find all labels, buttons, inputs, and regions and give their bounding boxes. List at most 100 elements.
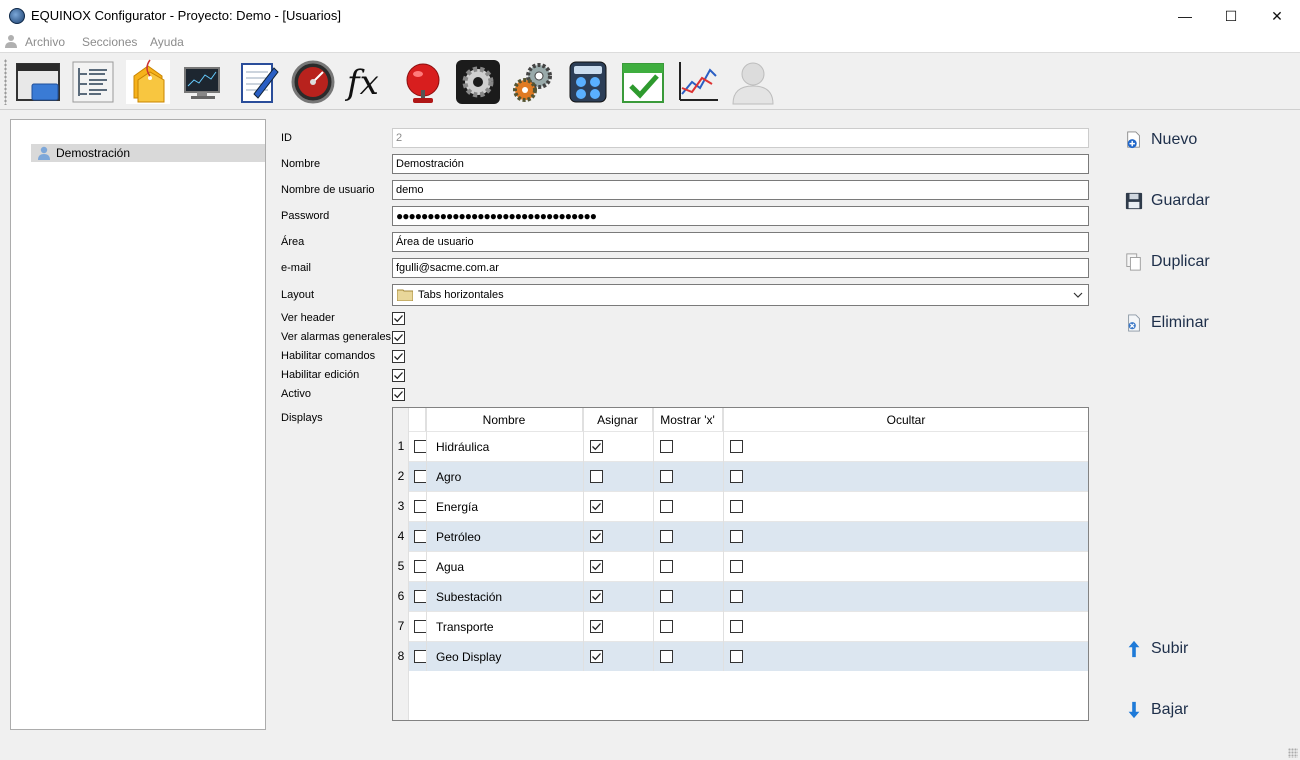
asignar-checkbox[interactable]: [590, 650, 603, 663]
monitor-icon[interactable]: [178, 57, 228, 107]
eliminar-button[interactable]: Eliminar: [1124, 310, 1209, 336]
row-number: 5: [397, 559, 405, 573]
asignar-checkbox[interactable]: [590, 500, 603, 513]
maximize-button[interactable]: ☐: [1208, 0, 1254, 32]
label-habilitar-comandos: Habilitar comandos: [281, 350, 376, 362]
label-nombre: Nombre: [281, 158, 321, 170]
guardar-button[interactable]: Guardar: [1124, 188, 1210, 214]
table-row[interactable]: Hidráulica: [409, 431, 1088, 461]
ocultar-checkbox[interactable]: [730, 500, 743, 513]
mostrar-x-checkbox[interactable]: [660, 590, 673, 603]
close-button[interactable]: ✕: [1254, 0, 1300, 32]
minimize-button[interactable]: —: [1162, 0, 1208, 32]
nombre-field[interactable]: Demostración: [392, 154, 1089, 174]
password-field[interactable]: ●●●●●●●●●●●●●●●●●●●●●●●●●●●●●●●●: [392, 206, 1089, 226]
ocultar-checkbox[interactable]: [730, 590, 743, 603]
settings-gear-icon[interactable]: [453, 57, 503, 107]
arrow-down-icon: [1124, 700, 1144, 720]
row-number: 1: [397, 439, 405, 453]
user-icon: [38, 146, 50, 160]
ocultar-checkbox[interactable]: [730, 470, 743, 483]
nuevo-button[interactable]: Nuevo: [1124, 127, 1197, 153]
mostrar-x-checkbox[interactable]: [660, 620, 673, 633]
column-divider-ocultar: [723, 408, 724, 671]
fx-formula-icon[interactable]: fx: [343, 57, 393, 107]
display-name-cell: Agua: [436, 560, 465, 574]
row-number: 2: [397, 469, 405, 483]
toolbar-grip[interactable]: [4, 59, 7, 105]
row-number: 6: [397, 589, 405, 603]
display-name-cell: Petróleo: [436, 530, 481, 544]
notepad-pen-icon[interactable]: [233, 57, 283, 107]
asignar-checkbox[interactable]: [590, 620, 603, 633]
services-gears-icon[interactable]: [508, 57, 558, 107]
displays-grid[interactable]: Nombre Asignar Mostrar 'x' Ocultar Hidrá…: [392, 407, 1089, 721]
bajar-button[interactable]: Bajar: [1124, 697, 1188, 723]
subir-button[interactable]: Subir: [1124, 636, 1188, 662]
table-row[interactable]: Energía: [409, 491, 1088, 521]
users-tree[interactable]: Demostración: [10, 119, 266, 730]
ocultar-checkbox[interactable]: [730, 650, 743, 663]
duplicar-button[interactable]: Duplicar: [1124, 249, 1210, 275]
activo-checkbox[interactable]: [392, 388, 405, 401]
users-icon[interactable]: [728, 57, 778, 107]
habilitar-comandos-checkbox[interactable]: [392, 350, 405, 363]
menu-secciones[interactable]: Secciones: [82, 35, 137, 49]
table-row[interactable]: Agua: [409, 551, 1088, 581]
resize-grip[interactable]: [1288, 748, 1298, 758]
label-id: ID: [281, 132, 292, 144]
gauge-icon[interactable]: [288, 57, 338, 107]
column-mostrar-x[interactable]: Mostrar 'x': [653, 408, 723, 431]
mostrar-x-checkbox[interactable]: [660, 440, 673, 453]
ocultar-checkbox[interactable]: [730, 620, 743, 633]
alarm-bell-icon[interactable]: [398, 57, 448, 107]
mostrar-x-checkbox[interactable]: [660, 530, 673, 543]
tree-list-icon[interactable]: [68, 57, 118, 107]
tree-item-user[interactable]: Demostración: [31, 144, 265, 162]
table-row[interactable]: Agro: [409, 461, 1088, 491]
displays-window-icon[interactable]: [13, 57, 63, 107]
ver-alarmas-checkbox[interactable]: [392, 331, 405, 344]
asignar-checkbox[interactable]: [590, 530, 603, 543]
ocultar-checkbox[interactable]: [730, 560, 743, 573]
asignar-checkbox[interactable]: [590, 590, 603, 603]
label-ver-header: Ver header: [281, 312, 335, 324]
menu-bar: Archivo Secciones Ayuda – ❐ ✕: [0, 32, 1300, 81]
save-disk-icon: [1124, 191, 1144, 211]
duplicate-icon: [1124, 252, 1144, 272]
ocultar-checkbox[interactable]: [730, 440, 743, 453]
trend-chart-icon[interactable]: [673, 57, 723, 107]
calculator-icon[interactable]: [563, 57, 613, 107]
asignar-checkbox[interactable]: [590, 470, 603, 483]
nuevo-label: Nuevo: [1151, 131, 1198, 148]
tags-icon[interactable]: [123, 57, 173, 107]
label-area: Área: [281, 236, 305, 248]
ocultar-checkbox[interactable]: [730, 530, 743, 543]
column-asignar[interactable]: Asignar: [583, 408, 653, 431]
mostrar-x-checkbox[interactable]: [660, 470, 673, 483]
mostrar-x-checkbox[interactable]: [660, 560, 673, 573]
calendar-check-icon[interactable]: [618, 57, 668, 107]
area-field[interactable]: Área de usuario: [392, 232, 1089, 252]
label-displays: Displays: [281, 412, 323, 424]
menu-archivo[interactable]: Archivo: [25, 35, 65, 49]
layout-select[interactable]: Tabs horizontales: [392, 284, 1089, 306]
asignar-checkbox[interactable]: [590, 560, 603, 573]
column-ocultar[interactable]: Ocultar: [723, 408, 1088, 431]
column-nombre[interactable]: Nombre: [426, 408, 583, 431]
mostrar-x-checkbox[interactable]: [660, 650, 673, 663]
user-doc-icon: [5, 35, 17, 48]
table-row[interactable]: Transporte: [409, 611, 1088, 641]
mostrar-x-checkbox[interactable]: [660, 500, 673, 513]
table-row[interactable]: Subestación: [409, 581, 1088, 611]
habilitar-edicion-checkbox[interactable]: [392, 369, 405, 382]
email-field[interactable]: fgulli@sacme.com.ar: [392, 258, 1089, 278]
table-row[interactable]: Petróleo: [409, 521, 1088, 551]
usuario-field[interactable]: demo: [392, 180, 1089, 200]
row-number: 3: [397, 499, 405, 513]
menu-ayuda[interactable]: Ayuda: [150, 35, 184, 49]
table-row[interactable]: Geo Display: [409, 641, 1088, 671]
new-document-icon: [1124, 130, 1144, 150]
asignar-checkbox[interactable]: [590, 440, 603, 453]
ver-header-checkbox[interactable]: [392, 312, 405, 325]
